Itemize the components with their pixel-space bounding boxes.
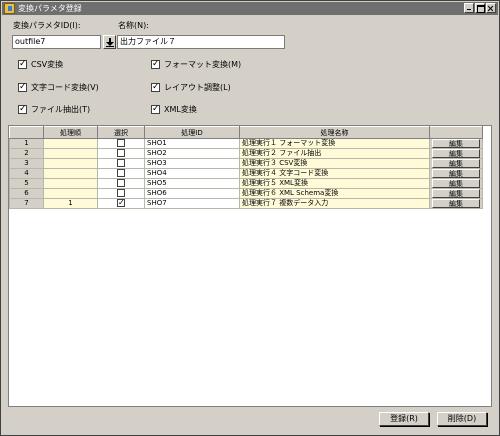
- select-checkbox[interactable]: [117, 149, 125, 157]
- select-cell[interactable]: [97, 188, 145, 199]
- edit-button[interactable]: 編集: [432, 199, 480, 208]
- table-row[interactable]: 5 SHO5 処理実行５ XML変換 編集: [9, 178, 483, 189]
- param-id-label: 変換パラメタID(I):: [13, 21, 81, 30]
- select-checkbox[interactable]: [117, 159, 125, 167]
- edit-cell: 編集: [429, 168, 483, 179]
- select-cell[interactable]: [97, 158, 145, 169]
- order-cell[interactable]: [43, 138, 98, 149]
- table-row[interactable]: 4 SHO4 処理実行４ 文字コード変換 編集: [9, 168, 483, 179]
- select-cell[interactable]: [97, 178, 145, 189]
- order-cell[interactable]: [43, 188, 98, 199]
- row-number: 4: [9, 168, 44, 179]
- param-id-input[interactable]: outfile7: [12, 35, 101, 49]
- name-label: 名称(N):: [118, 21, 149, 30]
- order-cell[interactable]: 1: [43, 198, 98, 209]
- process-id-cell: SHO2: [144, 148, 240, 159]
- row-number: 2: [9, 148, 44, 159]
- order-cell[interactable]: [43, 168, 98, 179]
- option-label-xml: XML変換: [164, 105, 197, 114]
- option-label-format: フォーマット変換(M): [164, 60, 242, 69]
- process-table: 処理順 選択 処理ID 処理名称 1 SHO1 処理実行１ フォーマット変換 編集 2 S…: [9, 126, 483, 209]
- select-cell[interactable]: [97, 138, 145, 149]
- process-name-cell: 処理実行２ ファイル抽出: [239, 148, 430, 159]
- edit-button[interactable]: 編集: [432, 149, 480, 158]
- select-cell[interactable]: [97, 198, 145, 209]
- process-id-cell: SHO5: [144, 178, 240, 189]
- order-cell[interactable]: [43, 148, 98, 159]
- delete-button[interactable]: 削除(D): [437, 412, 487, 426]
- option-checkbox-charcode[interactable]: [18, 81, 27, 93]
- select-checkbox[interactable]: [117, 189, 125, 197]
- edit-button[interactable]: 編集: [432, 189, 480, 198]
- edit-cell: 編集: [429, 158, 483, 169]
- edit-cell: 編集: [429, 138, 483, 149]
- header-order[interactable]: 処理順: [43, 126, 98, 139]
- table-row[interactable]: 71 SHO7処理実行７ 複数データ入力編集: [9, 198, 483, 209]
- download-arrow-button[interactable]: [103, 35, 116, 49]
- option-checkbox-extract[interactable]: [18, 103, 27, 115]
- process-table-area[interactable]: 処理順 選択 処理ID 処理名称 1 SHO1 処理実行１ フォーマット変換 編集 2 S…: [8, 125, 492, 407]
- process-name-cell: 処理実行４ 文字コード変換: [239, 168, 430, 179]
- table-row[interactable]: 2 SHO2 処理実行２ ファイル抽出 編集: [9, 148, 483, 159]
- process-id-cell: SHO4: [144, 168, 240, 179]
- select-checkbox[interactable]: [117, 169, 125, 177]
- edit-cell: 編集: [429, 198, 483, 209]
- option-checkbox-csv[interactable]: [18, 58, 27, 70]
- arrow-down-icon: [106, 38, 114, 47]
- header-rownum: [9, 126, 44, 139]
- select-checkbox[interactable]: [117, 139, 125, 147]
- title-bar: 変換パラメタ登録: [2, 2, 498, 15]
- process-name-cell: 処理実行５ XML変換: [239, 178, 430, 189]
- name-input[interactable]: 出力ファイル７: [117, 35, 285, 49]
- option-label-extract: ファイル抽出(T): [31, 105, 91, 114]
- select-cell[interactable]: [97, 148, 145, 159]
- row-number: 6: [9, 188, 44, 199]
- header-select[interactable]: 選択: [97, 126, 145, 139]
- row-number: 1: [9, 138, 44, 149]
- app-icon: [4, 3, 15, 14]
- row-number: 5: [9, 178, 44, 189]
- edit-button[interactable]: 編集: [432, 159, 480, 168]
- order-cell[interactable]: [43, 158, 98, 169]
- table-row[interactable]: 6 SHO6 処理実行６ XML Schema変換 編集: [9, 188, 483, 199]
- order-cell[interactable]: [43, 178, 98, 189]
- process-name-cell: 処理実行７ 複数データ入力: [239, 198, 430, 209]
- select-checkbox[interactable]: [117, 179, 125, 187]
- header-process-name[interactable]: 処理名称: [239, 126, 430, 139]
- process-id-cell: SHO1: [144, 138, 240, 149]
- edit-button[interactable]: 編集: [432, 179, 480, 188]
- edit-button[interactable]: 編集: [432, 169, 480, 178]
- option-checkbox-xml[interactable]: [151, 103, 160, 115]
- option-label-csv: CSV変換: [31, 60, 64, 69]
- dialog-window: 変換パラメタ登録 変換パラメタID(I): outfile7 名称(N): 出力…: [0, 0, 500, 436]
- option-label-charcode: 文字コード変換(V): [31, 83, 99, 92]
- edit-cell: 編集: [429, 178, 483, 189]
- header-process-id[interactable]: 処理ID: [144, 126, 240, 139]
- option-checkbox-layout[interactable]: [151, 81, 160, 93]
- table-row[interactable]: 3 SHO3 処理実行３ CSV変換 編集: [9, 158, 483, 169]
- process-id-cell: SHO6: [144, 188, 240, 199]
- process-name-cell: 処理実行１ フォーマット変換: [239, 138, 430, 149]
- window-title: 変換パラメタ登録: [18, 4, 82, 13]
- register-button[interactable]: 登録(R): [379, 412, 429, 426]
- edit-cell: 編集: [429, 148, 483, 159]
- select-cell[interactable]: [97, 168, 145, 179]
- select-checkbox[interactable]: [117, 199, 125, 208]
- minimize-button[interactable]: [464, 3, 474, 13]
- edit-button[interactable]: 編集: [432, 139, 480, 148]
- table-row[interactable]: 1 SHO1 処理実行１ フォーマット変換 編集: [9, 138, 483, 149]
- process-id-cell: SHO7: [144, 198, 240, 209]
- close-button[interactable]: [486, 3, 496, 13]
- maximize-button[interactable]: [475, 3, 485, 13]
- process-id-cell: SHO3: [144, 158, 240, 169]
- process-name-cell: 処理実行６ XML Schema変換: [239, 188, 430, 199]
- option-checkbox-format[interactable]: [151, 58, 160, 70]
- edit-cell: 編集: [429, 188, 483, 199]
- process-name-cell: 処理実行３ CSV変換: [239, 158, 430, 169]
- option-label-layout: レイアウト調整(L): [164, 83, 231, 92]
- header-edit: [429, 126, 483, 139]
- row-number: 7: [9, 198, 44, 209]
- row-number: 3: [9, 158, 44, 169]
